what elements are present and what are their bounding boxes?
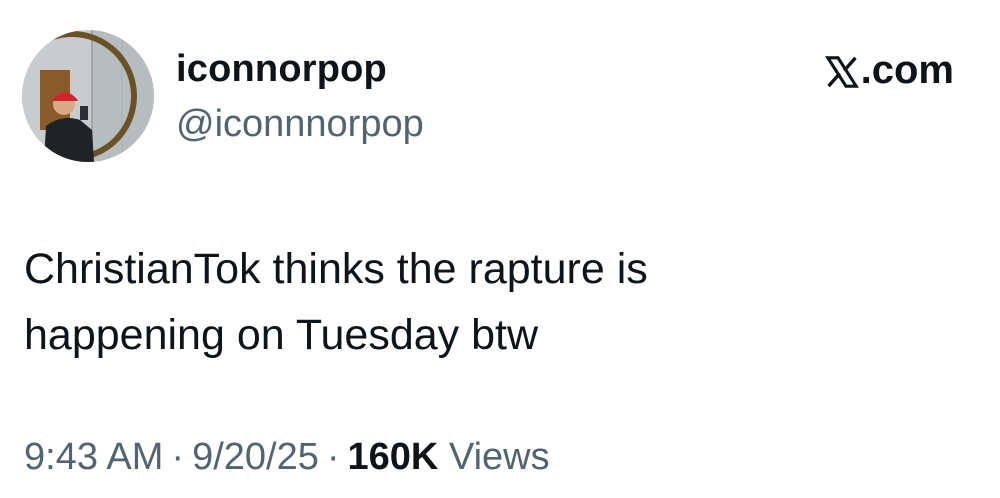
- views-label: Views: [448, 436, 550, 478]
- avatar[interactable]: [22, 30, 154, 162]
- profile-photo-avatar-icon: [22, 30, 154, 162]
- tweet-text-line: ChristianTok thinks the rapture is: [24, 245, 648, 293]
- meta-separator: ·: [326, 436, 340, 478]
- display-name[interactable]: iconnorpop: [176, 48, 387, 91]
- x-logo-icon: [824, 54, 859, 88]
- brand-domain: .com: [860, 48, 954, 92]
- views-count: 160K: [347, 436, 439, 478]
- x-brand: .com: [824, 48, 954, 93]
- tweet-time[interactable]: 9:43 AM: [24, 436, 163, 478]
- tweet-date[interactable]: 9/20/25: [192, 436, 319, 478]
- tweet-text-line: happening on Tuesday btw: [24, 311, 539, 359]
- tweet-meta: 9:43 AM · 9/20/25 · 160K Views: [24, 436, 550, 479]
- tweet-card: iconnorpop @iconnnorpop .com ChristianTo…: [0, 0, 1000, 498]
- tweet-text: ChristianTok thinks the rapture is happe…: [24, 236, 924, 368]
- user-handle[interactable]: @iconnnorpop: [176, 103, 424, 146]
- meta-separator: ·: [171, 436, 185, 478]
